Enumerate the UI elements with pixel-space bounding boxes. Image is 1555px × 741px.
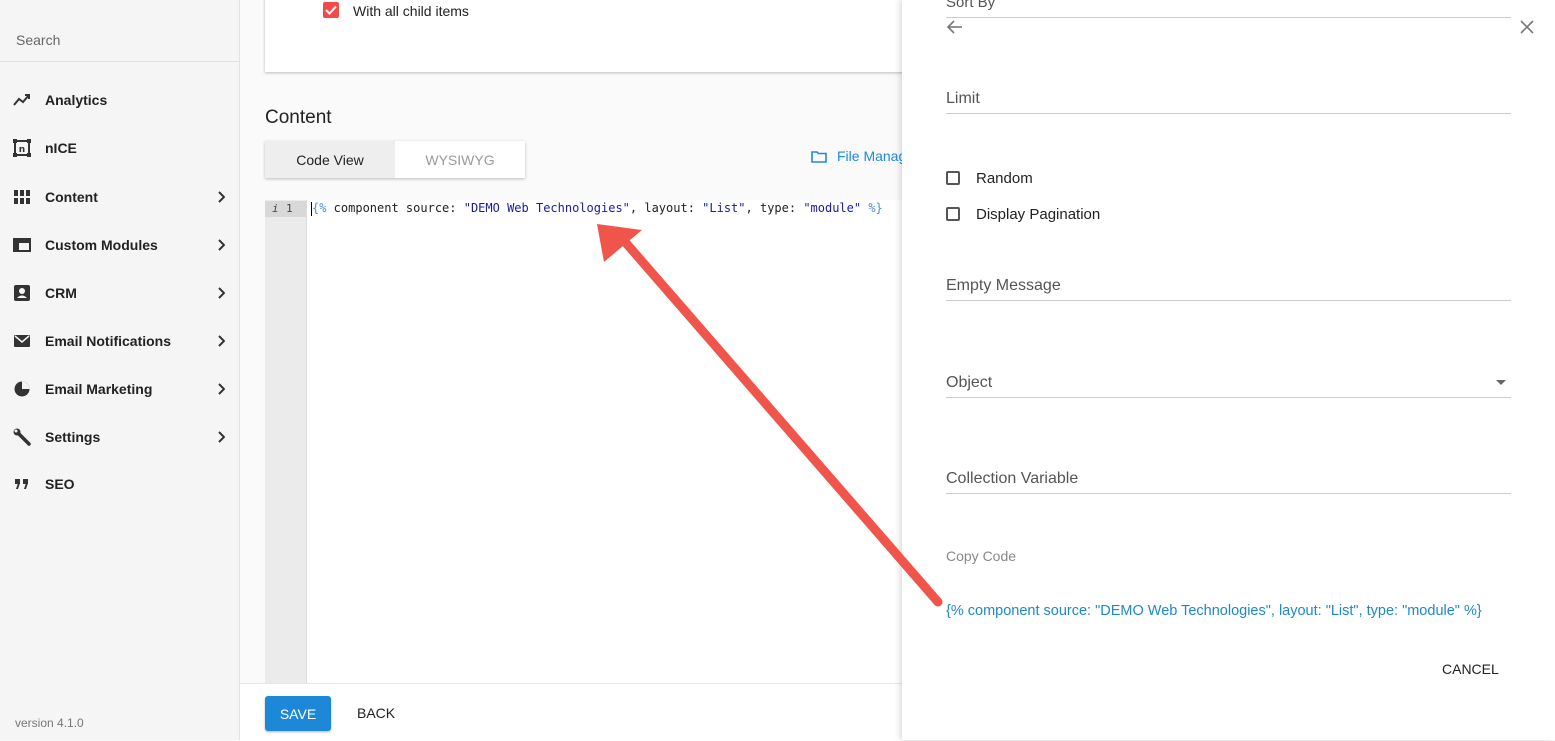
cancel-button[interactable]: CANCEL [1442,661,1499,677]
sidebar-item-analytics[interactable]: Analytics [0,80,239,120]
grid-icon [12,187,32,207]
quote-icon [12,474,32,494]
copy-code-value[interactable]: {% component source: "DEMO Web Technolog… [946,603,1482,619]
action-bar: SAVE BACK [240,683,902,741]
svg-text:n: n [19,145,25,155]
modules-icon [12,235,32,255]
editor-tabs: Code View WYSIWYG [265,141,525,178]
chevron-right-icon [214,238,228,252]
file-manager-link[interactable]: File Manag [811,148,906,164]
collection-variable-field[interactable]: Collection Variable [946,470,1078,488]
checkmark-icon [325,5,337,15]
random-checkbox[interactable] [946,171,960,185]
main-content: With all child items Content Code View W… [240,0,925,741]
sidebar-item-seo[interactable]: SEO [0,464,239,504]
sidebar: Search Analytics n nICE Content Custom M… [0,0,240,740]
file-manager-label: File Manag [837,148,907,164]
sidebar-item-label: Analytics [45,92,108,108]
object-underline [946,397,1511,398]
wrench-icon [12,427,32,447]
envelope-icon [12,331,32,351]
child-items-label: With all child items [353,3,469,19]
search-divider [0,61,239,62]
sidebar-item-custom-modules[interactable]: Custom Modules [0,225,239,265]
contact-card-icon [12,283,32,303]
code-token-string: "DEMO Web Technologies" [463,201,630,215]
code-token-text: , type: [745,201,804,215]
gutter-line: i 1 [265,201,306,217]
chevron-right-icon [214,190,228,204]
content-heading: Content [265,107,332,128]
dropdown-arrow-icon[interactable] [1496,380,1506,385]
sidebar-item-label: Email Notifications [45,333,172,349]
chevron-right-icon [214,334,228,348]
sidebar-item-label: Settings [45,429,101,445]
sidebar-item-label: Email Marketing [45,381,153,397]
display-pagination-checkbox[interactable] [946,207,960,221]
sidebar-item-nice[interactable]: n nICE [0,128,239,168]
sidebar-item-label: SEO [45,476,75,492]
collection-variable-underline [946,493,1511,494]
code-token-string: "module" [803,201,862,215]
nice-icon: n [12,138,32,158]
copy-code-label: Copy Code [946,548,1017,564]
close-icon[interactable] [1518,18,1536,36]
chevron-right-icon [214,382,228,396]
limit-field[interactable]: Limit [946,90,980,108]
back-button[interactable]: BACK [357,705,395,721]
info-marker: i [272,202,279,215]
code-token-delimiter: {% [312,201,327,215]
code-token-string: "List" [702,201,746,215]
code-token-text: , layout: [629,201,703,215]
editor-gutter: i 1 [265,200,307,683]
limit-underline [946,113,1511,114]
sidebar-item-label: nICE [45,140,77,156]
sort-by-field[interactable]: Sort By [946,0,995,11]
back-arrow-icon[interactable] [946,18,964,36]
sort-by-underline [946,17,1511,18]
sidebar-item-label: Content [45,189,98,205]
code-line[interactable]: {% component source: "DEMO Web Technolog… [311,201,883,216]
display-pagination-label: Display Pagination [976,206,1101,223]
component-settings-panel: Sort By Limit Random Display Pagination … [902,0,1555,740]
child-items-checkbox[interactable] [323,2,339,18]
code-token-delimiter: %} [861,201,883,215]
chevron-right-icon [214,430,228,444]
code-editor[interactable]: i 1 {% component source: "DEMO Web Techn… [265,200,925,683]
pie-chart-icon [12,379,32,399]
sidebar-item-label: CRM [45,285,77,301]
sidebar-item-label: Custom Modules [45,237,158,253]
tab-wysiwyg[interactable]: WYSIWYG [395,141,525,178]
version-label: version 4.1.0 [15,716,84,730]
code-token-text: component source: [326,201,464,215]
empty-message-underline [946,300,1511,301]
sidebar-item-crm[interactable]: CRM [0,273,239,313]
save-button[interactable]: SAVE [265,696,331,731]
folder-icon [811,150,827,163]
search-input[interactable]: Search [16,32,60,48]
sidebar-item-email-notifications[interactable]: Email Notifications [0,321,239,361]
line-number: 1 [286,202,293,215]
options-card: With all child items [265,0,925,72]
sidebar-item-content[interactable]: Content [0,177,239,217]
sidebar-item-email-marketing[interactable]: Email Marketing [0,369,239,409]
tab-code-view[interactable]: Code View [265,141,395,178]
empty-message-field[interactable]: Empty Message [946,277,1061,295]
chevron-right-icon [214,286,228,300]
trending-up-icon [12,90,32,110]
sidebar-item-settings[interactable]: Settings [0,417,239,457]
random-label: Random [976,170,1033,187]
object-select[interactable]: Object [946,374,992,392]
